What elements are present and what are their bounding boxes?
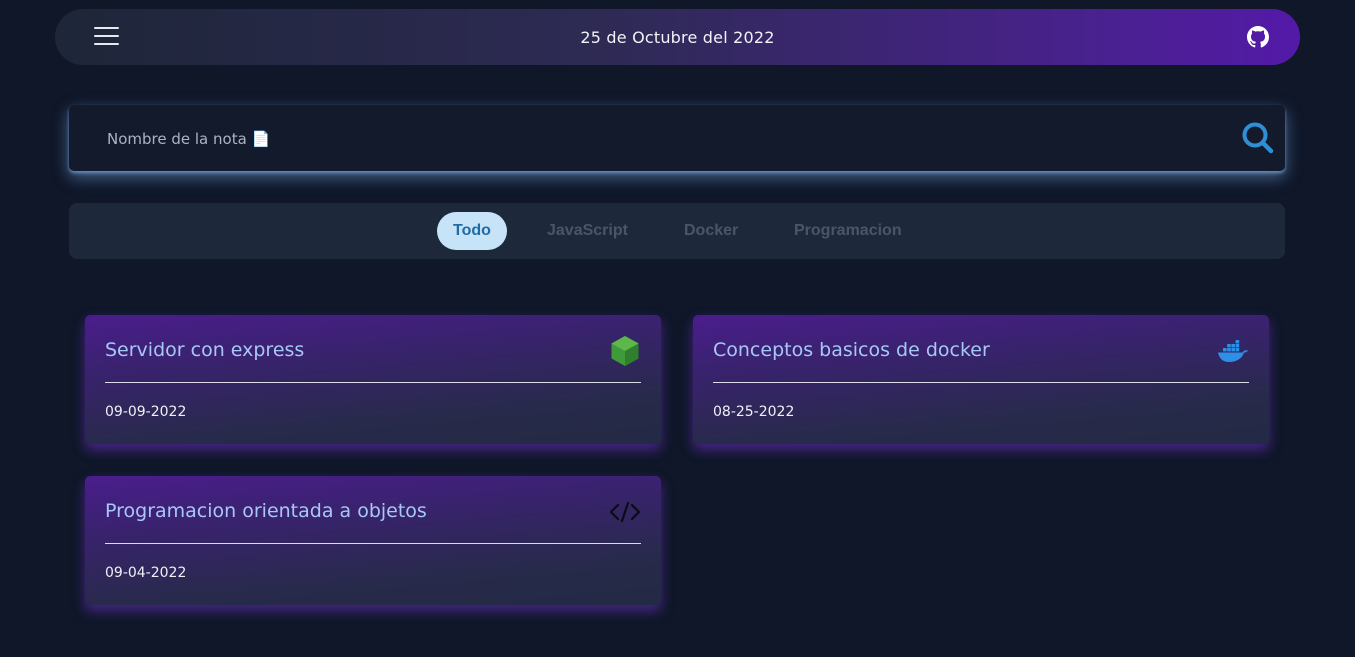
current-date: 25 de Octubre del 2022	[580, 27, 775, 47]
code-icon	[609, 501, 641, 523]
note-date: 09-09-2022	[105, 404, 187, 420]
tab-programacion[interactable]: Programacion	[794, 212, 902, 250]
github-icon[interactable]	[1247, 26, 1269, 48]
tab-javascript[interactable]: JavaScript	[547, 212, 628, 250]
note-date: 08-25-2022	[713, 404, 795, 420]
note-title: Programacion orientada a objetos	[105, 500, 427, 522]
docker-icon	[1218, 340, 1248, 362]
note-card[interactable]: Servidor con express 09-09-2022	[85, 315, 661, 444]
tab-todo[interactable]: Todo	[437, 212, 507, 250]
note-title: Conceptos basicos de docker	[713, 339, 990, 361]
note-title: Servidor con express	[105, 339, 305, 361]
tab-docker[interactable]: Docker	[684, 212, 738, 250]
top-bar: 25 de Octubre del 2022	[55, 9, 1300, 65]
note-date: 09-04-2022	[105, 565, 187, 581]
divider	[105, 382, 641, 383]
divider	[713, 382, 1249, 383]
search-input[interactable]	[105, 125, 1209, 153]
note-card[interactable]: Conceptos basicos de docker 08-25-2022	[693, 315, 1269, 444]
search-bar	[69, 105, 1285, 171]
search-icon[interactable]	[1241, 121, 1275, 155]
divider	[105, 543, 641, 544]
hamburger-menu-icon[interactable]	[94, 27, 119, 47]
nodejs-icon	[611, 336, 639, 366]
category-tabs: Todo JavaScript Docker Programacion	[69, 203, 1285, 259]
note-card[interactable]: Programacion orientada a objetos 09-04-2…	[85, 476, 661, 605]
